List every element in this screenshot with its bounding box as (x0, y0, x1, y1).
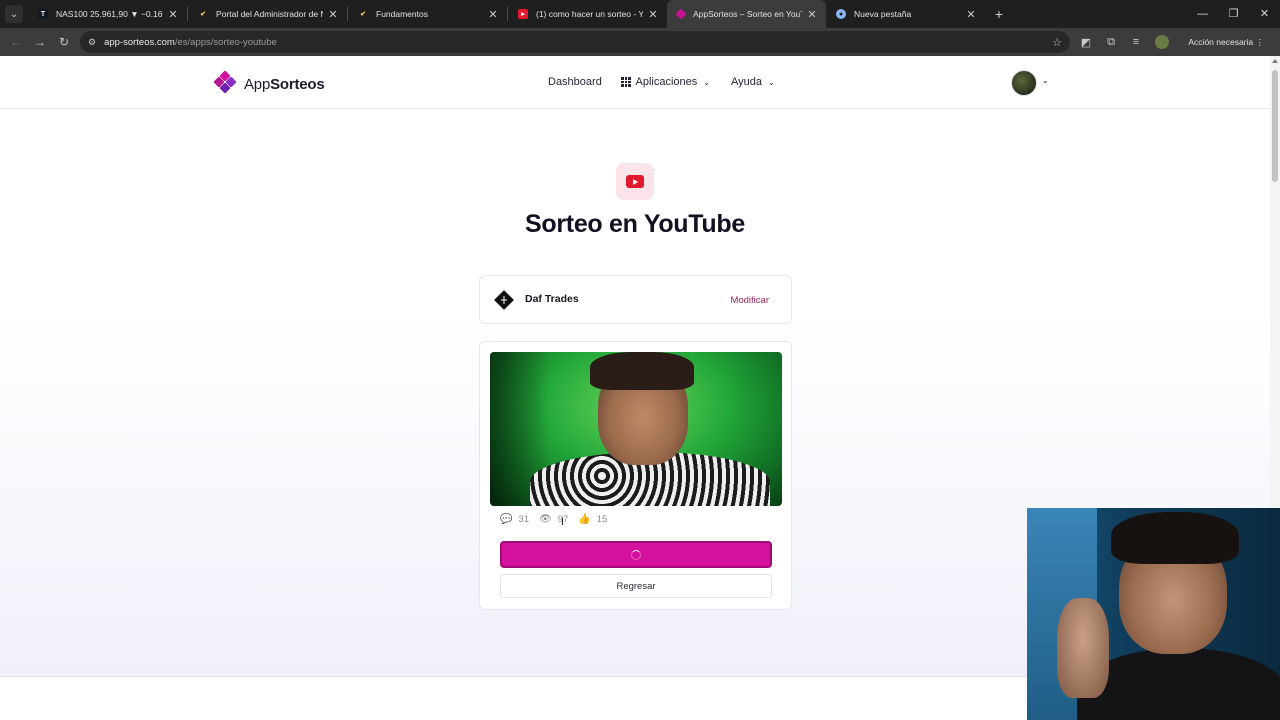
forward-arrow-icon[interactable]: → (28, 35, 52, 49)
appsorteos-icon (675, 8, 687, 20)
video-card: 💬 31 👁 97 👍 15 Regresar (479, 341, 792, 610)
url-host: app-sorteos.com (104, 36, 175, 48)
close-icon[interactable]: ✕ (327, 8, 339, 21)
chrome-icon: ● (836, 9, 846, 19)
logo-prefix: App (244, 75, 271, 93)
webcam-hand (1057, 598, 1109, 698)
chevron-down-icon[interactable]: ⌄ (1042, 76, 1049, 85)
tab-search-button[interactable]: ⌄ (0, 0, 28, 28)
nav-ayuda[interactable]: Ayuda ⌄ (731, 76, 775, 88)
browser-tabstrip: ⌄ T NAS100 25.961,90 ▼ −0.16% D ✕ ✔ Port… (0, 0, 1280, 28)
thumbnail-hair (590, 352, 694, 390)
youtube-icon: ▸ (518, 9, 528, 19)
media-controls-icon[interactable]: ≡ (1130, 36, 1142, 48)
close-icon[interactable]: ✕ (167, 8, 179, 21)
webcam-hair (1111, 512, 1239, 564)
minimize-icon[interactable]: — (1187, 0, 1218, 28)
chevron-down-icon: ⌄ (5, 5, 23, 23)
nav-aplicaciones-label: Aplicaciones (635, 76, 698, 88)
logo-suffix: Sorteos (270, 75, 325, 93)
comments-count: 31 (518, 514, 530, 525)
browser-tab[interactable]: ▸ (1) como hacer un sorteo - You ✕ (508, 0, 667, 28)
restore-icon[interactable]: ❐ (1218, 0, 1249, 28)
nav-dashboard-label: Dashboard (548, 76, 602, 88)
tradingview-icon: T (38, 9, 48, 19)
extension-icon[interactable]: ◩ (1080, 36, 1092, 49)
tab-title: Portal del Administrador de Na (216, 9, 323, 19)
address-bar[interactable]: ⚙ app-sorteos.com/es/apps/sorteo-youtube… (80, 31, 1070, 53)
chevron-down-icon: ⌄ (768, 77, 775, 87)
video-stats: 💬 31 👁 97 👍 15 (500, 514, 617, 525)
tab-title: NAS100 25.961,90 ▼ −0.16% D (56, 9, 163, 19)
likes-count: 15 (596, 514, 608, 525)
appsorteos-logo[interactable]: AppSorteos (214, 71, 325, 97)
profile-avatar-icon[interactable] (1155, 35, 1169, 49)
new-tab-button[interactable]: + (985, 6, 1013, 22)
nav-dashboard[interactable]: Dashboard (548, 76, 602, 88)
window-controls: — ❐ ✕ (1187, 0, 1280, 28)
action-required-button[interactable]: Acción necesaria ⋮ (1182, 34, 1270, 50)
close-window-icon[interactable]: ✕ (1249, 0, 1280, 28)
thumbs-up-icon: 👍 (578, 514, 591, 525)
video-thumbnail[interactable] (490, 352, 782, 506)
site-info-icon[interactable]: ⚙ (88, 37, 96, 48)
chevron-down-icon: ⌄ (703, 77, 710, 87)
scroll-up-icon[interactable] (1272, 59, 1278, 63)
apps-grid-icon (621, 77, 631, 87)
action-required-label: Acción necesaria (1188, 37, 1254, 47)
close-icon[interactable]: ✕ (487, 8, 499, 21)
tab-title: Fundamentos (376, 9, 428, 19)
logo-text: AppSorteos (244, 76, 325, 93)
channel-name: Daf Trades (525, 293, 579, 305)
close-icon[interactable]: ✕ (647, 8, 659, 21)
likes-stat: 👍 15 (578, 514, 607, 525)
comments-stat: 💬 31 (500, 514, 529, 525)
back-button-label: Regresar (616, 580, 656, 592)
tab-title: (1) como hacer un sorteo - You (536, 9, 643, 19)
text-cursor-icon: I (561, 516, 565, 528)
tab-title: Nueva pestaña (854, 9, 912, 19)
scrollbar-thumb[interactable] (1272, 70, 1278, 182)
close-icon[interactable]: ✕ (806, 8, 818, 21)
channel-logo-icon (494, 290, 514, 310)
nav-ayuda-label: Ayuda (731, 76, 762, 88)
webcam-overlay (1027, 508, 1280, 720)
portal-icon: ✔ (358, 9, 368, 19)
nav-aplicaciones[interactable]: Aplicaciones ⌄ (621, 76, 710, 88)
appsorteos-logo-icon (214, 71, 237, 94)
comments-icon: 💬 (500, 514, 513, 525)
extension-icons: ◩ ⧉ ≡ (1080, 28, 1169, 56)
channel-card: Daf Trades Modificar (479, 275, 792, 324)
continue-button-loading[interactable] (500, 541, 772, 568)
eye-icon: 👁 (539, 514, 552, 525)
browser-tab[interactable]: ✔ Portal del Administrador de Na ✕ (188, 0, 347, 28)
modify-link[interactable]: Modificar (730, 295, 769, 306)
browser-tab-active[interactable]: AppSorteos – Sorteo en YouTub ✕ (667, 0, 826, 28)
bookmark-star-icon[interactable]: ☆ (1052, 36, 1062, 49)
kebab-menu-icon: ⋮ (1255, 37, 1265, 47)
browser-tab[interactable]: T NAS100 25.961,90 ▼ −0.16% D ✕ (28, 0, 187, 28)
loading-spinner-icon (631, 549, 641, 560)
back-arrow-icon[interactable]: ← (4, 35, 28, 49)
youtube-icon (626, 175, 644, 188)
puzzle-extensions-icon[interactable]: ⧉ (1105, 36, 1117, 49)
site-header: AppSorteos Dashboard Aplicaciones ⌄ Ayud… (0, 56, 1270, 109)
page-title: Sorteo en YouTube (525, 210, 745, 238)
browser-toolbar: ← → ↻ ⚙ app-sorteos.com/es/apps/sorteo-y… (0, 28, 1280, 56)
close-icon[interactable]: ✕ (965, 8, 977, 21)
tab-title: AppSorteos – Sorteo en YouTub (693, 9, 802, 19)
user-avatar[interactable] (1011, 70, 1037, 96)
browser-tab[interactable]: ● Nueva pestaña ✕ (826, 0, 985, 28)
youtube-badge (616, 163, 654, 200)
portal-icon: ✔ (198, 9, 208, 19)
url-path: /es/apps/sorteo-youtube (174, 36, 277, 48)
browser-tab[interactable]: ✔ Fundamentos ✕ (348, 0, 507, 28)
reload-icon[interactable]: ↻ (52, 35, 76, 49)
back-button[interactable]: Regresar (500, 574, 772, 598)
